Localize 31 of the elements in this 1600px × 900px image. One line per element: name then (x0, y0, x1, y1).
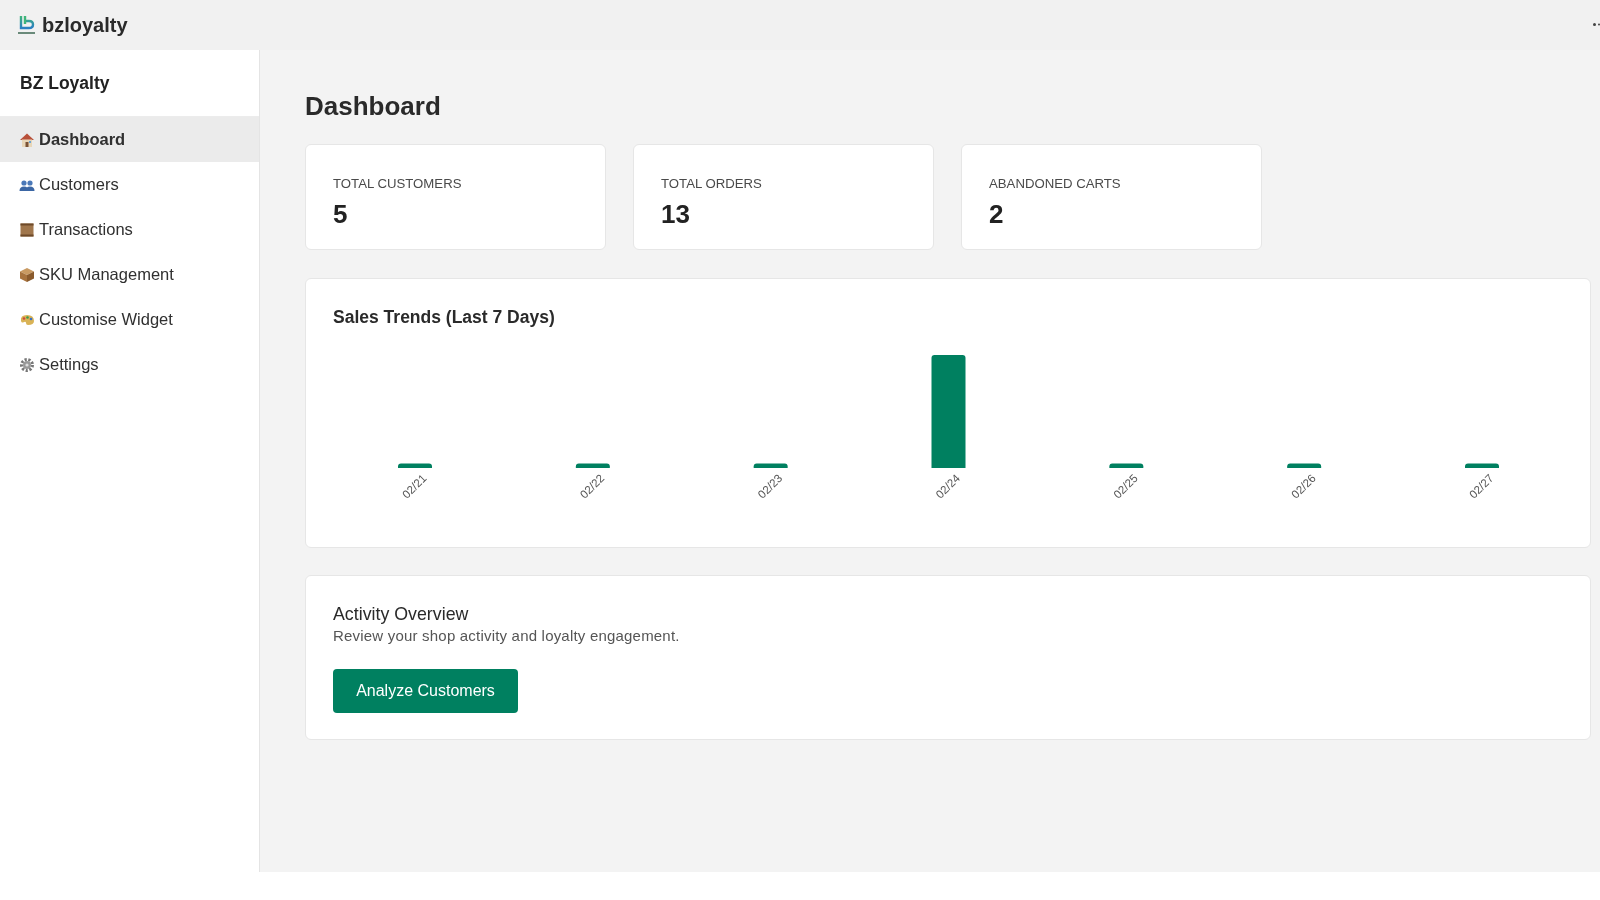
chart-bar (575, 463, 610, 468)
chart-title: Sales Trends (Last 7 Days) (333, 306, 555, 328)
stat-label: TOTAL CUSTOMERS (333, 176, 462, 191)
chart-bar (1465, 463, 1499, 468)
gear-icon (19, 356, 35, 373)
activity-title: Activity Overview (333, 603, 469, 625)
chart-bar (1287, 463, 1322, 468)
ledger-icon (19, 221, 35, 238)
nav-item[interactable]: SKU Management (0, 252, 259, 297)
sidebar-title: BZ Loyalty (20, 72, 110, 94)
activity-description: Review your shop activity and loyalty engagement. (333, 626, 680, 646)
stat-value: 13 (661, 199, 690, 229)
logo-icon (17, 14, 36, 36)
stat-value: 2 (989, 199, 1004, 229)
stat-label: ABANDONED CARTS (989, 176, 1121, 191)
analyze-customers-button[interactable]: Analyze Customers (333, 669, 518, 713)
page-title: Dashboard (305, 90, 441, 122)
more-icon[interactable] (1593, 22, 1600, 26)
nav-item[interactable]: Customise Widget (0, 297, 259, 342)
nav-item[interactable]: Settings (0, 342, 259, 387)
stat-value: 5 (333, 199, 348, 229)
nav-item[interactable]: Customers (0, 162, 259, 207)
nav-item[interactable]: Dashboard (0, 117, 259, 162)
package-icon (19, 266, 35, 283)
nav-item[interactable]: Transactions (0, 207, 259, 252)
chart-bar (1109, 463, 1144, 468)
house-icon (19, 131, 35, 148)
chart-bar (398, 463, 432, 468)
chart-bar (753, 463, 788, 468)
app-title: bzloyalty (42, 13, 128, 37)
stat-label: TOTAL ORDERS (661, 176, 762, 191)
